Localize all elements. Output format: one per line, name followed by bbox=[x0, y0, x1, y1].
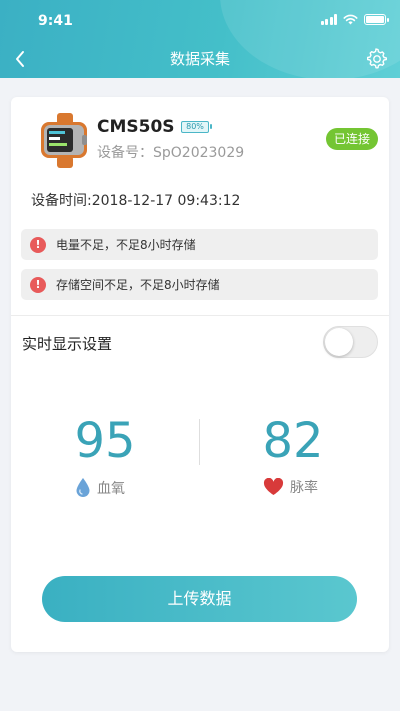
toggle-knob bbox=[325, 328, 353, 356]
realtime-display-label: 实时显示设置 bbox=[22, 335, 113, 353]
divider bbox=[11, 315, 389, 316]
battery-icon bbox=[364, 14, 389, 25]
alert-text: 存储空间不足，不足8小时存储 bbox=[56, 278, 220, 292]
alert-text: 电量不足，不足8小时存储 bbox=[56, 238, 196, 252]
realtime-display-toggle[interactable] bbox=[323, 326, 378, 358]
settings-button[interactable] bbox=[366, 48, 388, 70]
pulse-rate-value: 82 bbox=[262, 413, 324, 469]
status-icons bbox=[320, 14, 389, 25]
device-serial: 设备号：SpO2023029 bbox=[97, 145, 245, 161]
heart-icon bbox=[263, 478, 284, 495]
page-title: 数据采集 bbox=[169, 50, 230, 68]
pulse-label-group: 脉率 bbox=[263, 477, 318, 497]
warning-icon: ! bbox=[30, 236, 46, 253]
metric-divider bbox=[199, 419, 200, 465]
wifi-icon bbox=[343, 14, 358, 25]
water-drop-icon bbox=[76, 478, 90, 497]
spo2-value: 95 bbox=[74, 413, 136, 469]
cellular-signal-icon bbox=[320, 14, 337, 25]
pulse-label: 脉率 bbox=[290, 480, 318, 496]
spo2-label: 血氧 bbox=[97, 480, 125, 497]
device-battery-indicator: 80% bbox=[181, 121, 212, 133]
connection-status-badge: 已连接 bbox=[325, 128, 378, 150]
upload-data-button[interactable]: 上传数据 bbox=[42, 576, 357, 622]
device-name: CMS50S bbox=[97, 117, 175, 137]
alert-low-battery: ! 电量不足，不足8小时存储 bbox=[21, 229, 378, 260]
spo2-label-group: 血氧 bbox=[75, 477, 125, 498]
device-time: 设备时间:2018-12-17 09:43:12 bbox=[31, 193, 241, 209]
status-time: 9:41 bbox=[38, 13, 73, 29]
alert-low-storage: ! 存储空间不足，不足8小时存储 bbox=[21, 269, 378, 300]
smartwatch-device-icon bbox=[41, 113, 87, 168]
data-collection-card: CMS50S 80% 设备号：SpO2023029 已连接 设备时间:2018-… bbox=[11, 97, 389, 652]
warning-icon: ! bbox=[30, 276, 46, 293]
gear-icon bbox=[367, 48, 387, 69]
